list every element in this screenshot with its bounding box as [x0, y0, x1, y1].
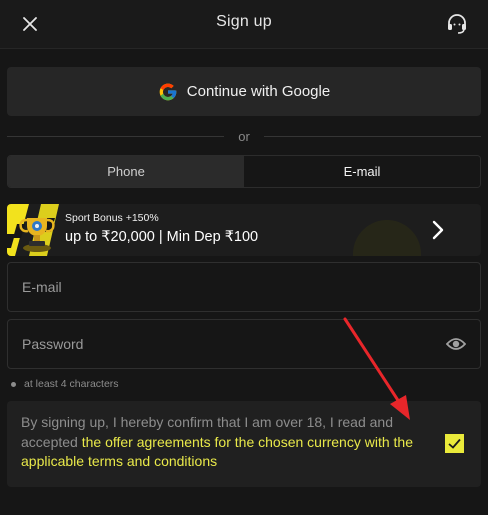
banner-subtitle: Sport Bonus +150% [65, 212, 159, 224]
header-bar: Sign up [0, 0, 488, 49]
terms-checkbox[interactable] [445, 434, 464, 453]
or-divider: or [7, 128, 481, 144]
tab-email[interactable]: E-mail [244, 156, 480, 187]
google-icon [159, 83, 177, 100]
sport-bonus-banner[interactable]: Sport Bonus +150% up to ₹20,000 | Min De… [7, 204, 481, 256]
page-title: Sign up [216, 13, 272, 30]
password-hint: at least 4 characters [11, 378, 119, 390]
checkmark-icon [448, 438, 461, 449]
divider-line-left [7, 135, 225, 137]
chevron-right-icon [432, 220, 444, 240]
password-field[interactable] [8, 320, 480, 368]
google-button-label: Continue with Google [186, 83, 331, 100]
terms-text: By signing up, I hereby confirm that I a… [21, 413, 431, 472]
tab-phone[interactable]: Phone [8, 156, 244, 187]
divider-line-right [263, 135, 481, 137]
bullet-dot [11, 381, 16, 387]
eye-icon[interactable] [446, 336, 466, 352]
support-button[interactable] [444, 11, 470, 37]
terms-agreement-box: By signing up, I hereby confirm that I a… [7, 401, 481, 487]
password-field-wrapper [7, 319, 481, 369]
banner-title: up to ₹20,000 | Min Dep ₹100 [65, 229, 259, 245]
password-hint-text: at least 4 characters [24, 378, 119, 390]
signup-method-tabs: Phone E-mail [7, 155, 481, 188]
email-field[interactable] [8, 263, 480, 311]
continue-with-google-button[interactable]: Continue with Google [7, 67, 481, 116]
headset-icon [448, 14, 466, 34]
divider-text: or [238, 128, 250, 144]
email-field-wrapper [7, 262, 481, 312]
